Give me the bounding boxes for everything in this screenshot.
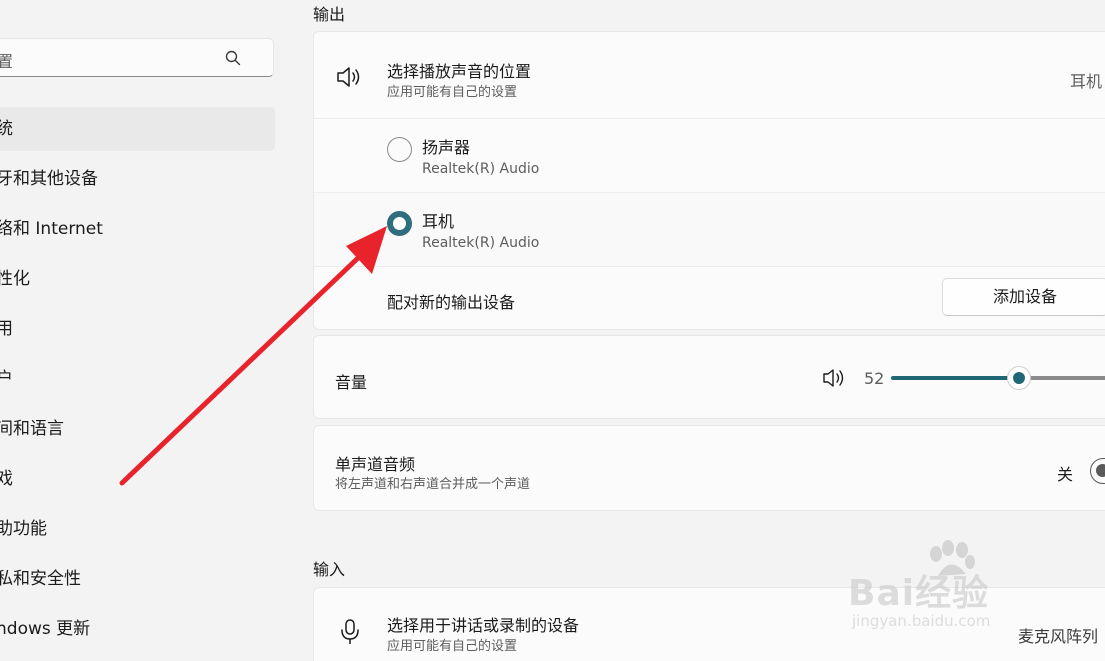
radio-headphones[interactable] xyxy=(387,211,412,236)
device-option-headphones[interactable]: 耳机 Realtek(R) Audio xyxy=(314,193,1105,266)
nav-item-apps[interactable]: 用 xyxy=(0,307,275,351)
volume-slider-fill[interactable] xyxy=(891,376,1019,380)
nav-item-accounts[interactable]: 户 xyxy=(0,357,275,401)
device-option-speaker[interactable]: 扬声器 Realtek(R) Audio xyxy=(314,119,1105,192)
nav-item-accessibility[interactable]: 助功能 xyxy=(0,507,275,551)
speaker-icon xyxy=(337,67,360,87)
pair-output-label: 配对新的输出设备 xyxy=(387,293,516,312)
mono-audio-state: 关 xyxy=(1057,465,1074,484)
nav-item-label: 戏 xyxy=(0,469,13,489)
baidu-jingyan-watermark: Bai经验 jingyan.baidu.com xyxy=(848,540,1048,640)
choose-output-value: 耳机 xyxy=(1070,72,1103,91)
device-name: 扬声器 xyxy=(422,138,471,157)
watermark-brand: Bai经验 xyxy=(848,573,990,614)
microphone-icon xyxy=(341,619,359,644)
nav-item-network[interactable]: 络和 Internet xyxy=(0,207,275,251)
mono-audio-toggle[interactable] xyxy=(1090,458,1105,484)
nav-item-label: 助功能 xyxy=(0,519,47,539)
add-device-button[interactable]: 添加设备 xyxy=(942,278,1105,316)
volume-slider-track[interactable] xyxy=(1018,376,1105,380)
search-icon[interactable] xyxy=(224,49,242,67)
nav-item-privacy[interactable]: 私和安全性 xyxy=(0,557,275,601)
volume-label: 音量 xyxy=(335,373,368,392)
volume-card: 音量 52 xyxy=(313,335,1105,419)
volume-slider-thumb[interactable] xyxy=(1006,366,1031,390)
mono-audio-title: 单声道音频 xyxy=(335,455,416,474)
search-box[interactable]: 置 xyxy=(0,38,274,77)
pair-output-row: 配对新的输出设备 添加设备 xyxy=(314,267,1105,330)
nav-item-windows-update[interactable]: ndows 更新 xyxy=(0,607,275,651)
choose-output-subtitle: 应用可能有自己的设置 xyxy=(387,85,518,100)
output-section-title: 输出 xyxy=(313,5,346,24)
volume-value: 52 xyxy=(864,369,885,388)
choose-output-row[interactable]: 选择播放声音的位置 应用可能有自己的设置 耳机 xyxy=(314,32,1105,118)
nav-item-time-language[interactable]: 间和语言 xyxy=(0,407,275,451)
nav-item-system[interactable]: 统 xyxy=(0,107,275,151)
nav-item-personalization[interactable]: 性化 xyxy=(0,257,275,301)
choose-output-title: 选择播放声音的位置 xyxy=(387,62,532,81)
mono-audio-subtitle: 将左声道和右声道合并成一个声道 xyxy=(335,477,531,492)
watermark-url: jingyan.baidu.com xyxy=(852,612,991,630)
nav-item-label: 性化 xyxy=(0,269,30,289)
nav-item-label: 户 xyxy=(0,369,13,389)
nav-item-label: 络和 Internet xyxy=(0,219,103,239)
nav-item-label: 私和安全性 xyxy=(0,569,81,589)
output-device-card: 选择播放声音的位置 应用可能有自己的设置 耳机 扬声器 Realtek(R) A… xyxy=(313,31,1105,330)
device-subtitle: Realtek(R) Audio xyxy=(422,161,540,177)
nav-item-gaming[interactable]: 戏 xyxy=(0,457,275,501)
choose-input-title: 选择用于讲话或录制的设备 xyxy=(387,616,580,635)
nav-item-label: 间和语言 xyxy=(0,419,64,439)
nav-item-bluetooth[interactable]: 牙和其他设备 xyxy=(0,157,275,201)
mono-audio-card: 单声道音频 将左声道和右声道合并成一个声道 关 xyxy=(313,425,1105,511)
search-input-text[interactable]: 置 xyxy=(0,48,13,72)
nav-item-label: 统 xyxy=(0,119,13,139)
sidebar: 置 统 牙和其他设备 络和 Internet 性化 用 户 间和语言 戏 助功能… xyxy=(0,0,290,661)
device-name: 耳机 xyxy=(422,212,455,231)
input-section-title: 输入 xyxy=(313,560,346,579)
choose-input-subtitle: 应用可能有自己的设置 xyxy=(387,639,518,654)
volume-icon[interactable] xyxy=(822,368,846,388)
device-subtitle: Realtek(R) Audio xyxy=(422,235,540,251)
nav-item-label: ndows 更新 xyxy=(0,619,91,639)
nav-item-label: 牙和其他设备 xyxy=(0,169,98,189)
radio-speaker[interactable] xyxy=(387,137,412,162)
nav-item-label: 用 xyxy=(0,319,13,339)
